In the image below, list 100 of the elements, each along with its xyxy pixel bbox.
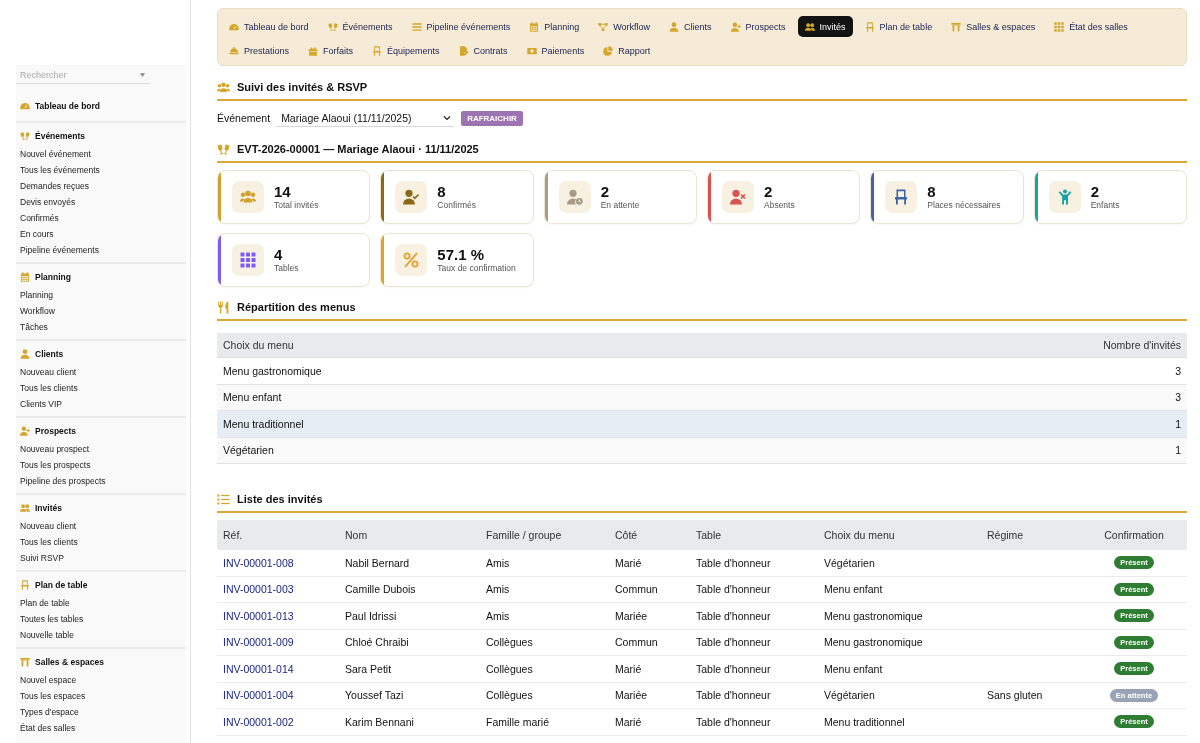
- chair-icon: [20, 580, 30, 590]
- sidebar-link[interactable]: Tâches: [20, 319, 48, 335]
- column-header: Nombre d'invités: [1103, 339, 1181, 351]
- calendar-icon: [20, 272, 30, 282]
- sidebar-link[interactable]: Planning: [20, 287, 54, 303]
- table-cell: Menu enfant: [223, 391, 282, 404]
- table-cell-text: Table d'honneur: [695, 556, 771, 569]
- banknote-icon: [526, 45, 537, 56]
- column-header: Choix du menu: [223, 339, 294, 351]
- nav-tab[interactable]: Plan de table: [857, 16, 940, 37]
- nav-tab[interactable]: Pipeline événements: [404, 16, 518, 37]
- sidebar-heading[interactable]: Clients: [35, 349, 64, 359]
- table-cell-text: Table d'honneur: [695, 689, 771, 702]
- sidebar-link[interactable]: Tous les espaces: [20, 688, 86, 704]
- nav-tab[interactable]: Workflow: [591, 16, 658, 37]
- sidebar-link[interactable]: Tous les prospects: [20, 457, 91, 473]
- sidebar-link[interactable]: Nouvelle table: [20, 627, 74, 643]
- sidebar-link[interactable]: Nouveau client: [20, 518, 77, 534]
- column-header: Côté: [614, 529, 638, 541]
- sidebar-link[interactable]: Demandes reçues: [20, 178, 89, 194]
- nav-tab[interactable]: Planning: [522, 16, 587, 37]
- nav-tab[interactable]: Prestations: [222, 40, 297, 61]
- guest-link[interactable]: INV-00001-004: [223, 689, 294, 702]
- guest-link[interactable]: INV-00001-013: [223, 609, 294, 622]
- table-cell-text: Sara Petit: [344, 662, 392, 675]
- nav-tab[interactable]: Événements: [320, 16, 400, 37]
- sidebar-heading[interactable]: Salles & espaces: [35, 657, 104, 667]
- sidebar-link[interactable]: Nouveau client: [20, 364, 77, 380]
- sidebar-link[interactable]: Tous les clients: [20, 534, 78, 550]
- table-cell-text: Chloé Chraibi: [344, 636, 409, 649]
- column-header: Table: [695, 529, 722, 541]
- stat-label: En attente: [600, 200, 640, 211]
- sidebar-link[interactable]: Pipeline événements: [20, 242, 99, 258]
- sidebar-link[interactable]: En cours: [20, 226, 54, 242]
- sidebar-link[interactable]: Tous les clients: [20, 380, 78, 396]
- sidebar-link[interactable]: Clients VIP: [20, 396, 63, 412]
- table-cell-text: Menu enfant: [823, 583, 883, 596]
- nav-tab[interactable]: Clients: [662, 16, 719, 37]
- nav-tab[interactable]: Rapport: [596, 40, 658, 61]
- table-cell-text: Collègues: [485, 662, 533, 675]
- caret-down-icon: [139, 71, 146, 78]
- table-cell-text: Famille marié: [485, 715, 549, 728]
- sidebar-link[interactable]: État des salles: [20, 720, 76, 736]
- sidebar-heading[interactable]: Prospects: [35, 426, 77, 436]
- sidebar-link[interactable]: Types d'espace: [20, 704, 79, 720]
- nav-tab[interactable]: Prospects: [723, 16, 793, 37]
- users-icon: [804, 21, 815, 32]
- user-check-icon: [395, 181, 428, 213]
- champagne-glasses-icon: [327, 21, 338, 32]
- calendar-icon: [529, 21, 540, 32]
- sidebar-link[interactable]: Confirmés: [20, 210, 59, 226]
- user-x-icon: [722, 181, 754, 213]
- nav-tab[interactable]: Invités: [797, 16, 853, 37]
- search-field[interactable]: Rechercher: [20, 67, 139, 82]
- field-label: Événement: [217, 112, 271, 124]
- nav-tab[interactable]: Équipements: [365, 40, 447, 61]
- sidebar-link[interactable]: Toutes les tables: [20, 611, 84, 627]
- sidebar-heading[interactable]: Événements: [35, 131, 86, 141]
- sidebar-link[interactable]: Plan de table: [20, 595, 70, 611]
- champagne-glasses-icon: [20, 131, 30, 141]
- guest-link[interactable]: INV-00001-009: [223, 636, 294, 649]
- column-header: Nom: [344, 529, 368, 541]
- sidebar-heading[interactable]: Tableau de bord: [35, 101, 101, 111]
- sidebar-link[interactable]: Nouvel événement: [20, 146, 91, 162]
- sidebar-link[interactable]: Nouveau prospect: [20, 441, 89, 457]
- nav-tab[interactable]: Salles & espaces: [944, 16, 1043, 37]
- guest-link[interactable]: INV-00001-003: [223, 583, 294, 596]
- child-icon: [1048, 181, 1081, 213]
- gauge-icon: [229, 21, 239, 32]
- table-cell-text: Karim Bennani: [344, 715, 414, 728]
- nav-tab[interactable]: Contrats: [451, 40, 515, 61]
- table-cell-text: Youssef Tazi: [344, 689, 404, 702]
- nav-tab[interactable]: Paiements: [519, 40, 592, 61]
- sidebar-link[interactable]: Tous les événements: [20, 162, 100, 178]
- guest-link[interactable]: INV-00001-014: [223, 662, 294, 675]
- sidebar-link[interactable]: Devis envoyés: [20, 194, 76, 210]
- refresh-button[interactable]: RAFRAICHIR: [461, 110, 523, 126]
- guest-link[interactable]: INV-00001-008: [223, 556, 294, 569]
- nav-tab[interactable]: État des salles: [1047, 16, 1135, 37]
- sidebar-link[interactable]: Workflow: [20, 303, 55, 319]
- gift-icon: [308, 45, 319, 56]
- stat-value: 4: [274, 246, 283, 263]
- sidebar-link[interactable]: Suivi RSVP: [20, 550, 64, 566]
- guest-link[interactable]: INV-00001-002: [223, 715, 294, 728]
- chair-icon: [372, 45, 383, 56]
- chair-icon: [864, 21, 875, 32]
- table-cell-text: Table d'honneur: [695, 715, 771, 728]
- user-plus-icon: [20, 426, 30, 436]
- sidebar-link[interactable]: Nouvel espace: [20, 672, 77, 688]
- table-cell-text: Menu enfant: [823, 662, 883, 675]
- sidebar-heading[interactable]: Planning: [35, 272, 71, 282]
- sidebar-link[interactable]: Pipeline des prospects: [20, 473, 106, 489]
- user-plus-icon: [730, 21, 741, 32]
- nav-tab[interactable]: Forfaits: [301, 40, 361, 61]
- utensils-icon: [217, 300, 230, 314]
- table-cell: Menu gastronomique: [223, 364, 322, 377]
- sidebar-heading[interactable]: Invités: [35, 503, 62, 513]
- nav-tab[interactable]: Tableau de bord: [222, 16, 316, 37]
- sidebar-heading[interactable]: Plan de table: [35, 580, 88, 590]
- grid-icon: [232, 244, 264, 276]
